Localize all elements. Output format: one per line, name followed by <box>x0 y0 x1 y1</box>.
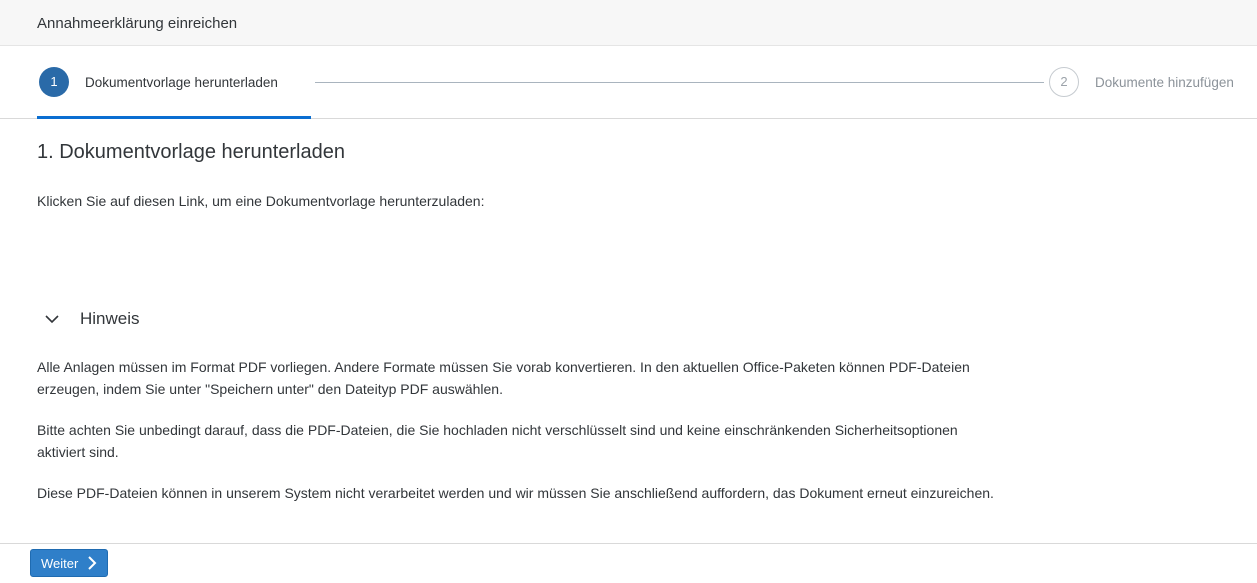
next-button-label: Weiter <box>41 555 79 571</box>
step-label: Dokumentvorlage herunterladen <box>85 75 278 90</box>
hint-paragraph: Alle Anlagen müssen im Format PDF vorlie… <box>37 359 970 397</box>
hint-paragraph: Bitte achten Sie unbedingt darauf, dass … <box>37 422 958 460</box>
title-bar: Annahmeerklärung einreichen <box>0 0 1257 46</box>
chevron-down-icon <box>45 315 59 324</box>
hint-expander-label: Hinweis <box>80 309 140 328</box>
page-title: Annahmeerklärung einreichen <box>37 15 238 32</box>
download-instruction-text: Klicken Sie auf diesen Link, um eine Dok… <box>37 193 485 209</box>
chevron-right-icon <box>88 556 97 570</box>
section-title: 1. Dokumentvorlage herunterladen <box>37 141 345 163</box>
step-number-badge: 1 <box>39 67 69 97</box>
next-button[interactable]: Weiter <box>30 549 109 577</box>
wizard-progress-bar: 1 Dokumentvorlage herunterladen 2 Dokume… <box>0 46 1257 119</box>
step-number-badge: 2 <box>1049 67 1079 97</box>
footer-toolbar: Weiter <box>0 543 1257 583</box>
step-label: Dokumente hinzufügen <box>1095 75 1234 90</box>
wizard-step-1[interactable]: 1 Dokumentvorlage herunterladen <box>37 46 311 119</box>
hint-expander[interactable]: Hinweis <box>44 306 140 332</box>
wizard-step-2[interactable]: 2 Dokumente hinzufügen <box>1049 46 1257 119</box>
hint-paragraph: Diese PDF-Dateien können in unserem Syst… <box>37 485 994 501</box>
step-connector-line <box>315 82 1044 83</box>
